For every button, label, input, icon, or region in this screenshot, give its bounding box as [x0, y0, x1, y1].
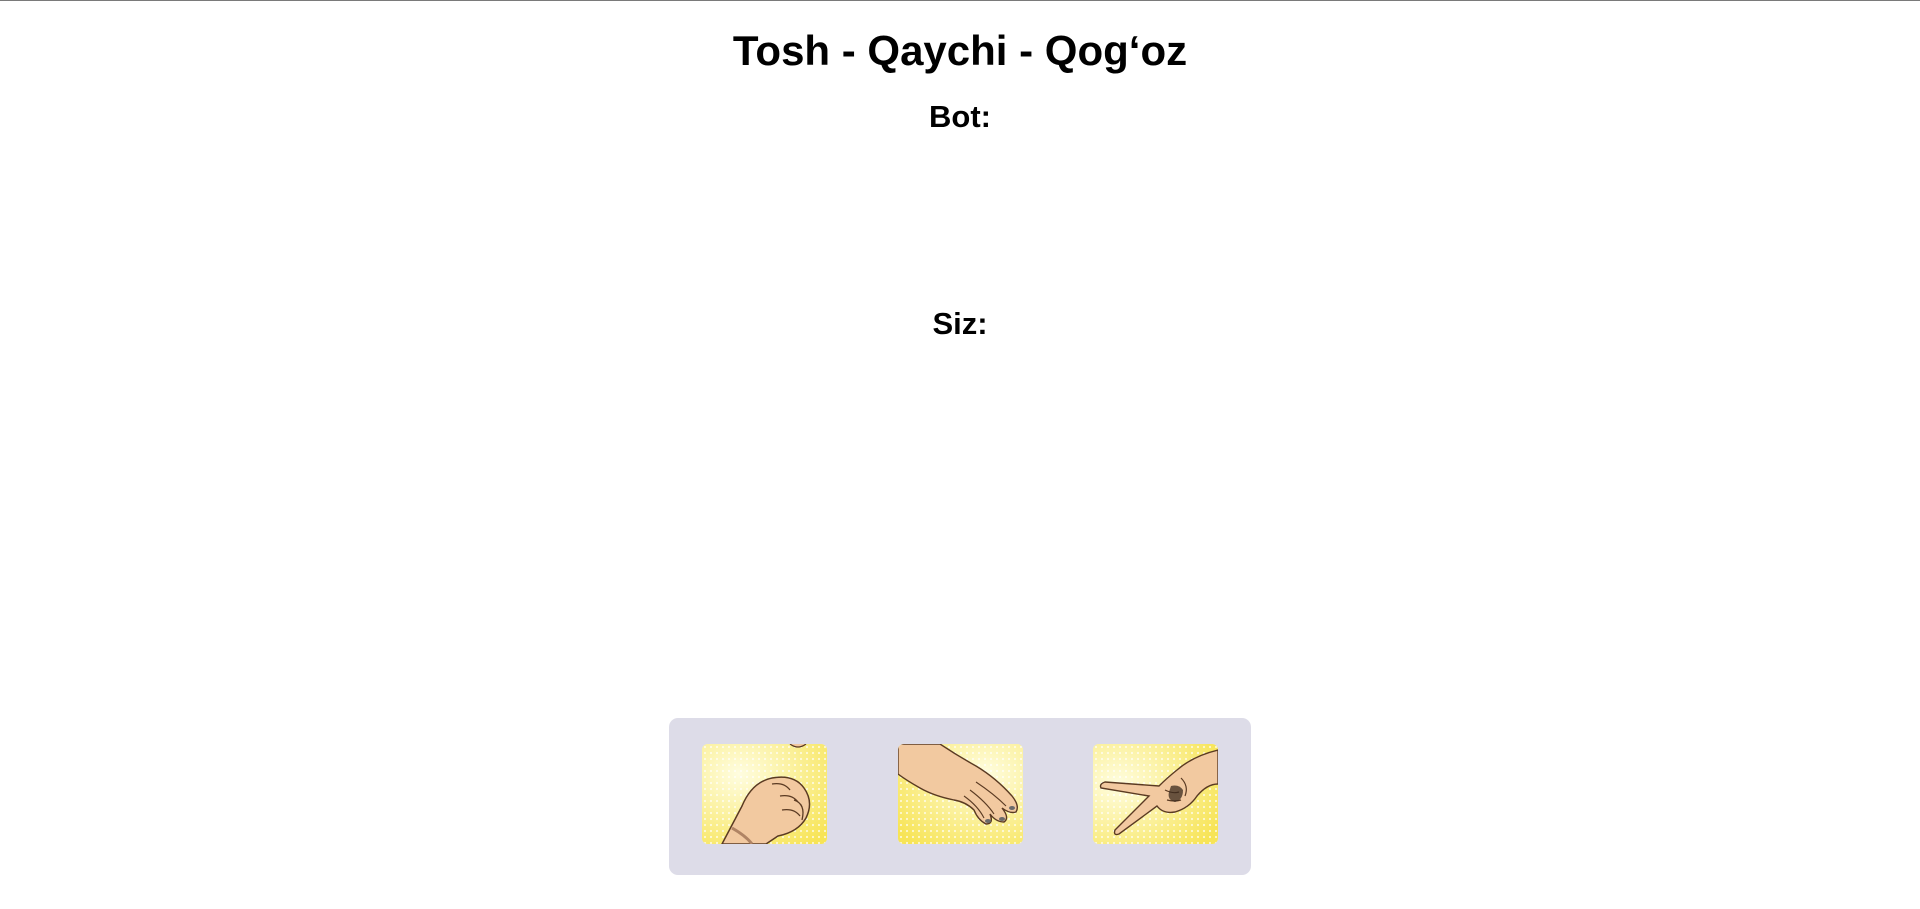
rock-button[interactable] — [702, 744, 827, 844]
scissors-button[interactable] — [1093, 744, 1218, 844]
fist-icon — [702, 744, 827, 844]
scissors-hand-icon — [1093, 744, 1218, 844]
player-label: Siz: — [932, 306, 988, 341]
top-divider — [0, 0, 1920, 1]
player-choice-display — [860, 352, 1060, 672]
choice-panel — [669, 718, 1251, 875]
open-hand-icon — [898, 744, 1023, 844]
bot-label: Bot: — [929, 99, 991, 134]
page-title: Tosh - Qaychi - Qog‘oz — [732, 27, 1188, 74]
bot-choice-display — [860, 145, 1060, 295]
paper-button[interactable] — [898, 744, 1023, 844]
game-page: Tosh - Qaychi - Qog‘oz Bot: Siz: — [0, 0, 1920, 909]
